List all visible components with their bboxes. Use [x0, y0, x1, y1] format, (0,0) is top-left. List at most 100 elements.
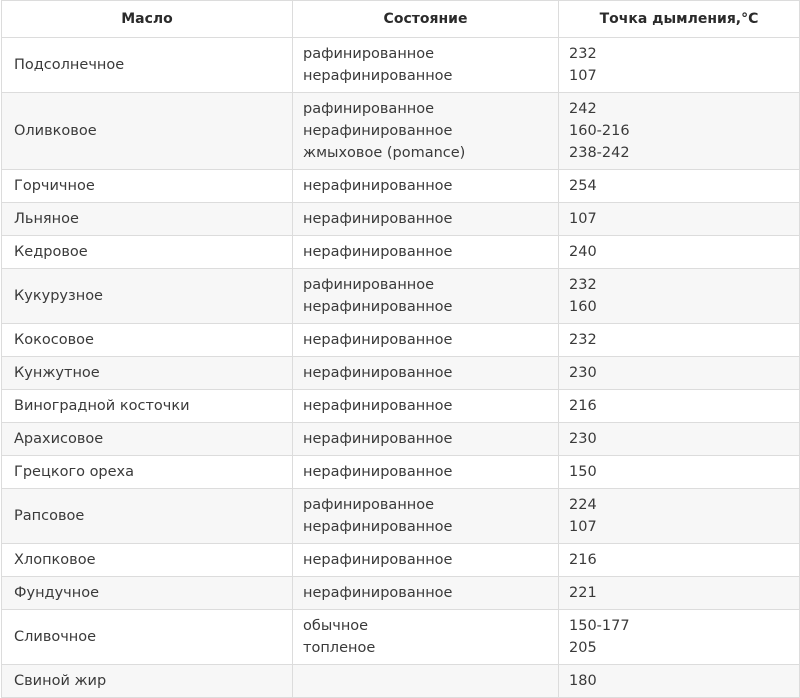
state-value: нерафинированное [303, 178, 453, 194]
smoke-point-cell: 180 [558, 664, 800, 698]
smoke-point-value: 107 [569, 519, 597, 535]
table-row: Льняное нерафинированное 107 [1, 202, 800, 236]
table-row: Кунжутное нерафинированное 230 [1, 356, 800, 390]
smoke-point-value: 224 [569, 497, 597, 513]
table-row: Кокосовое нерафинированное 232 [1, 323, 800, 357]
state-value: рафинированное [303, 101, 435, 117]
table-row: Хлопковое нерафинированное 216 [1, 543, 800, 577]
oil-name-cell: Оливковое [1, 92, 293, 170]
state-value: нерафинированное [303, 211, 453, 227]
state-cell: рафинированное нерафинированное [292, 37, 559, 93]
table-row: Виноградной косточки нерафинированное 216 [1, 389, 800, 423]
oil-name-cell: Хлопковое [1, 543, 293, 577]
smoke-point-value: 205 [569, 640, 597, 656]
table-row: Кедровое нерафинированное 240 [1, 235, 800, 269]
state-value: нерафинированное [303, 398, 453, 414]
state-value: рафинированное [303, 46, 435, 62]
smoke-point-value: 150-177 [569, 618, 630, 634]
smoke-point-value: 216 [569, 552, 597, 568]
state-value: нерафинированное [303, 299, 453, 315]
state-cell: нерафинированное [292, 543, 559, 577]
state-value: нерафинированное [303, 552, 453, 568]
state-cell: нерафинированное [292, 455, 559, 489]
oil-name-cell: Льняное [1, 202, 293, 236]
smoke-point-cell: 240 [558, 235, 800, 269]
smoke-point-value: 160 [569, 299, 597, 315]
state-cell: нерафинированное [292, 169, 559, 203]
oil-name-cell: Кедровое [1, 235, 293, 269]
smoke-point-cell: 230 [558, 422, 800, 456]
table-body: Подсолнечное рафинированное нерафинированн… [1, 37, 800, 698]
smoke-point-value: 232 [569, 332, 597, 348]
state-value: нерафинированное [303, 244, 453, 260]
state-value: обычное [303, 618, 369, 634]
smoke-point-cell: 216 [558, 543, 800, 577]
oil-name-cell: Фундучное [1, 576, 293, 610]
smoke-point-value: 221 [569, 585, 597, 601]
smoke-point-cell: 230 [558, 356, 800, 390]
smoke-point-cell: 221 [558, 576, 800, 610]
state-cell: нерафинированное [292, 576, 559, 610]
state-cell: нерафинированное [292, 389, 559, 423]
oil-name-cell: Кукурузное [1, 268, 293, 324]
state-cell: рафинированное нерафинированное [292, 268, 559, 324]
state-value: нерафинированное [303, 123, 453, 139]
state-value: рафинированное [303, 277, 435, 293]
state-cell: рафинированное нерафинированное жмыховое (… [292, 92, 559, 170]
table-row: Горчичное нерафинированное 254 [1, 169, 800, 203]
table-row: Грецкого ореха нерафинированное 150 [1, 455, 800, 489]
state-cell: нерафинированное [292, 202, 559, 236]
header-oil: Масло [1, 0, 293, 38]
state-value: рафинированное [303, 497, 435, 513]
state-value: нерафинированное [303, 332, 453, 348]
state-cell: нерафинированное [292, 422, 559, 456]
table-header-row: Масло Состояние Точка дымления,°C [1, 0, 800, 38]
smoke-point-table: Масло Состояние Точка дымления,°C Подсол… [1, 0, 800, 698]
smoke-point-value: 254 [569, 178, 597, 194]
oil-name-cell: Кокосовое [1, 323, 293, 357]
smoke-point-cell: 107 [558, 202, 800, 236]
smoke-point-value: 107 [569, 211, 597, 227]
oil-name-cell: Свиной жир [1, 664, 293, 698]
header-state: Состояние [292, 0, 559, 38]
oil-name-cell: Кунжутное [1, 356, 293, 390]
table-row: Свиной жир 180 [1, 664, 800, 698]
smoke-point-value: 232 [569, 277, 597, 293]
state-value: жмыховое (pomance) [303, 145, 466, 161]
state-value: нерафинированное [303, 365, 453, 381]
oil-name-cell: Подсолнечное [1, 37, 293, 93]
smoke-point-cell: 232 [558, 323, 800, 357]
smoke-point-cell: 232 107 [558, 37, 800, 93]
oil-name-cell: Виноградной косточки [1, 389, 293, 423]
state-value: нерафинированное [303, 519, 453, 535]
smoke-point-cell: 254 [558, 169, 800, 203]
smoke-point-cell: 242 160-216 238-242 [558, 92, 800, 170]
smoke-point-cell: 150 [558, 455, 800, 489]
state-cell: нерафинированное [292, 235, 559, 269]
oil-name-cell: Рапсовое [1, 488, 293, 544]
state-value: нерафинированное [303, 68, 453, 84]
state-cell: нерафинированное [292, 323, 559, 357]
state-cell: нерафинированное [292, 356, 559, 390]
state-cell: рафинированное нерафинированное [292, 488, 559, 544]
oil-name-cell: Сливочное [1, 609, 293, 665]
smoke-point-value: 242 [569, 101, 597, 117]
smoke-point-value: 230 [569, 431, 597, 447]
smoke-point-value: 238-242 [569, 145, 630, 161]
smoke-point-value: 150 [569, 464, 597, 480]
smoke-point-value: 160-216 [569, 123, 630, 139]
oil-name-cell: Грецкого ореха [1, 455, 293, 489]
header-smoke-point: Точка дымления,°C [558, 0, 800, 38]
smoke-point-value: 240 [569, 244, 597, 260]
smoke-point-cell: 224 107 [558, 488, 800, 544]
smoke-point-cell: 216 [558, 389, 800, 423]
state-value: топленое [303, 640, 376, 656]
table-row: Кукурузное рафинированное нерафинированное… [1, 268, 800, 324]
table-row: Арахисовое нерафинированное 230 [1, 422, 800, 456]
state-value: нерафинированное [303, 464, 453, 480]
table-row: Оливковое рафинированное нерафинированное ж… [1, 92, 800, 170]
table-row: Фундучное нерафинированное 221 [1, 576, 800, 610]
smoke-point-value: 180 [569, 673, 597, 689]
smoke-point-value: 216 [569, 398, 597, 414]
smoke-point-cell: 150-177 205 [558, 609, 800, 665]
